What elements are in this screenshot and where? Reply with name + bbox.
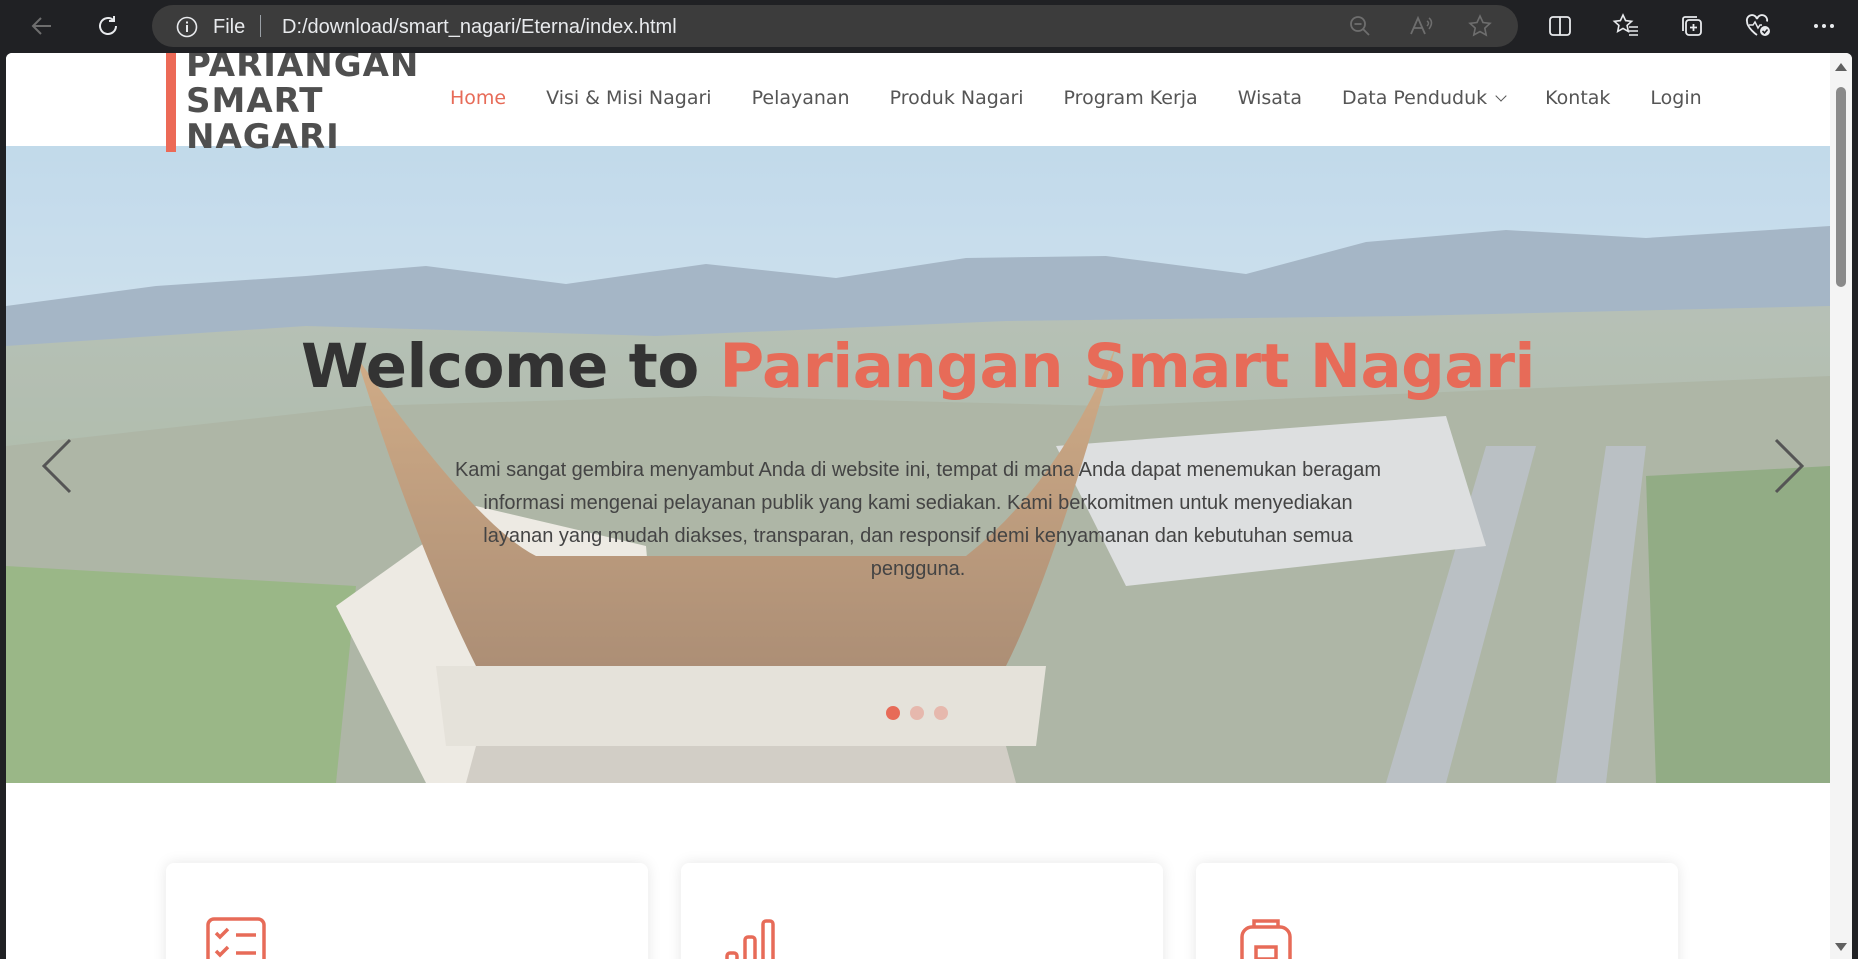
- more-icon[interactable]: [1806, 8, 1842, 44]
- backpack-icon: [1240, 919, 1292, 959]
- nav-produk-nagari[interactable]: Produk Nagari: [890, 87, 1024, 109]
- nav-visi-misi[interactable]: Visi & Misi Nagari: [546, 87, 711, 109]
- hero-title-prefix: Welcome to: [301, 331, 699, 402]
- chevron-right-icon: [1774, 438, 1805, 494]
- page-scrollbar[interactable]: [1830, 53, 1852, 959]
- scroll-up-arrow[interactable]: [1835, 63, 1847, 71]
- back-icon[interactable]: [24, 8, 60, 44]
- nav-wisata[interactable]: Wisata: [1238, 87, 1302, 109]
- browser-essentials-icon[interactable]: [1740, 8, 1776, 44]
- nav-kontak[interactable]: Kontak: [1545, 87, 1610, 109]
- nav-program-kerja[interactable]: Program Kerja: [1064, 87, 1198, 109]
- split-screen-icon[interactable]: [1542, 8, 1578, 44]
- logo-accent-bar: [166, 53, 176, 152]
- info-icon[interactable]: [176, 16, 198, 43]
- site-logo[interactable]: PARIANGAN SMART NAGARI: [186, 53, 436, 155]
- checklist-icon: [206, 917, 266, 959]
- star-icon[interactable]: [1468, 14, 1492, 43]
- hero-description: Kami sangat gembira menyambut Anda di we…: [454, 459, 1382, 580]
- carousel-indicators: [886, 706, 948, 720]
- nav-home[interactable]: Home: [450, 87, 506, 109]
- address-divider: [260, 15, 261, 37]
- read-aloud-icon[interactable]: [1408, 14, 1434, 43]
- feature-card[interactable]: [1196, 863, 1678, 959]
- feature-card[interactable]: [681, 863, 1163, 959]
- carousel-prev-button[interactable]: [38, 436, 78, 496]
- browser-toolbar: File D:/download/smart_nagari/Eterna/ind…: [0, 0, 1858, 52]
- scroll-down-arrow[interactable]: [1835, 943, 1847, 951]
- url-scheme: File: [213, 16, 246, 38]
- url-text[interactable]: D:/download/smart_nagari/Eterna/index.ht…: [282, 16, 677, 39]
- main-nav: Home Visi & Misi Nagari Pelayanan Produk…: [450, 87, 1742, 109]
- collections-icon[interactable]: [1674, 8, 1710, 44]
- address-bar[interactable]: File D:/download/smart_nagari/Eterna/ind…: [152, 5, 1518, 47]
- logo-line: NAGARI: [186, 117, 340, 157]
- nav-login[interactable]: Login: [1650, 87, 1701, 109]
- bar-chart-icon: [725, 919, 775, 959]
- carousel-next-button[interactable]: [1768, 436, 1808, 496]
- nav-data-penduduk[interactable]: Data Penduduk: [1342, 87, 1507, 109]
- favorites-icon[interactable]: [1608, 8, 1644, 44]
- refresh-icon[interactable]: [90, 8, 126, 44]
- feature-card[interactable]: [166, 863, 648, 959]
- nav-pelayanan[interactable]: Pelayanan: [752, 87, 850, 109]
- page-viewport: PARIANGAN SMART NAGARI Home Visi & Misi …: [6, 53, 1852, 959]
- logo-line: PARIANGAN: [186, 53, 420, 85]
- chevron-down-icon: [1495, 89, 1507, 102]
- carousel-dot[interactable]: [910, 706, 924, 720]
- carousel-dot[interactable]: [934, 706, 948, 720]
- hero-title-accent: Pariangan Smart Nagari: [719, 331, 1535, 402]
- site-header: PARIANGAN SMART NAGARI Home Visi & Misi …: [6, 53, 1830, 155]
- carousel-dot[interactable]: [886, 706, 900, 720]
- hero-carousel: Welcome to Pariangan Smart Nagari Kami s…: [6, 146, 1830, 783]
- feature-cards: [166, 863, 1678, 959]
- chevron-left-icon: [41, 438, 72, 494]
- nav-data-penduduk-label: Data Penduduk: [1342, 87, 1488, 109]
- hero-title: Welcome to Pariangan Smart Nagari: [6, 331, 1830, 402]
- zoom-out-icon[interactable]: [1348, 14, 1372, 43]
- logo-line: SMART: [186, 81, 324, 121]
- scrollbar-thumb[interactable]: [1836, 87, 1846, 287]
